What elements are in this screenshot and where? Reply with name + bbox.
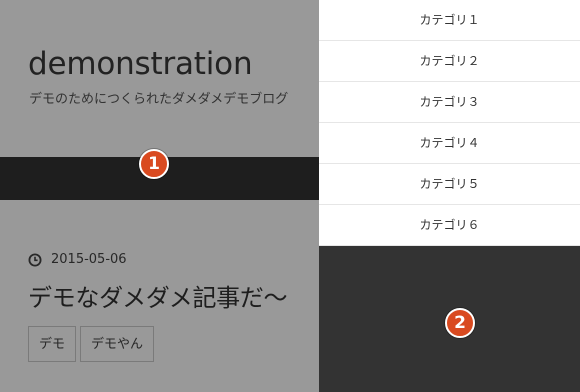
menu-item-category-1[interactable]: カテゴリ１: [319, 0, 580, 41]
menu-item-category-5[interactable]: カテゴリ５: [319, 164, 580, 205]
menu-item-category-2[interactable]: カテゴリ２: [319, 41, 580, 82]
menu-item-category-3[interactable]: カテゴリ３: [319, 82, 580, 123]
menu-item-category-4[interactable]: カテゴリ４: [319, 123, 580, 164]
menu-item-category-6[interactable]: カテゴリ６: [319, 205, 580, 246]
category-menu: カテゴリ１ カテゴリ２ カテゴリ３ カテゴリ４ カテゴリ５ カテゴリ６: [319, 0, 580, 246]
marker-1-badge: 1: [139, 149, 169, 179]
page: demonstration デモのためにつくられたダメダメデモブログ 2015-…: [0, 0, 580, 392]
marker-2-badge: 2: [445, 308, 475, 338]
